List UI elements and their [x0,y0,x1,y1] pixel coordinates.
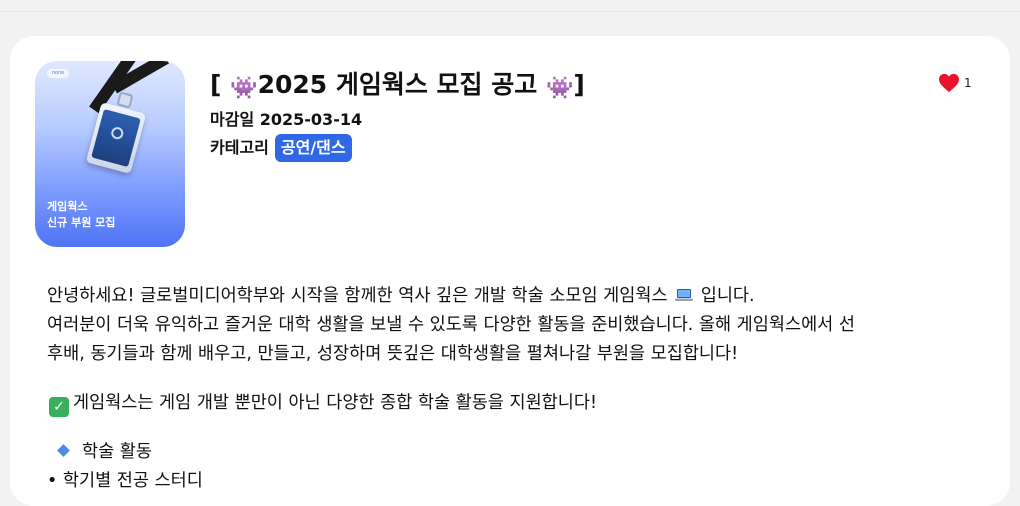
deadline-row: 마감일 2025-03-14 [210,108,362,132]
thumbnail-tag: none [47,69,69,78]
alien-monster-icon: 👾 [230,76,258,101]
title-bracket-open: [ [210,70,222,99]
blue-diamond-icon [57,444,70,457]
body-line: ✓ 게임웍스는 게임 개발 뿐만이 아닌 다양한 종합 학술 활동을 지원합니다! [47,389,987,418]
body-text: 안녕하세요! 글로벌미디어학부와 시작을 함께한 역사 깊은 개발 학술 소모임… [47,286,668,306]
category-label: 카테고리 [210,138,269,157]
title-bracket-close: ] [573,70,585,99]
body-line: 후배, 동기들과 함께 배우고, 만들고, 성장하며 뜻깊은 대학생활을 펼쳐나… [47,344,739,364]
top-bar [0,0,1020,12]
deadline-label: 마감일 [210,110,255,129]
thumbnail-caption: 게임웍스 신규 부원 모집 [47,199,115,231]
id-badge-icon [85,102,147,174]
deadline-value: 2025-03-14 [259,110,363,129]
post-title: [ 👾2025 게임웍스 모집 공고 👾] [210,68,585,106]
thumbnail-caption-line2: 신규 부원 모집 [47,216,116,229]
heart-icon[interactable] [938,73,960,93]
laptop-icon [675,289,694,301]
body-text: 게임웍스는 게임 개발 뿐만이 아닌 다양한 종합 학술 활동을 지원합니다! [73,393,597,413]
body-text: 학술 활동 [82,442,152,462]
body-line: 여러분이 더욱 유익하고 즐거운 대학 생활을 보낼 수 있도록 다양한 활동을… [47,315,855,335]
body-text: 입니다. [700,286,755,306]
gameworks-logo-icon [109,125,125,141]
body-line: • 학기별 전공 스터디 [47,471,203,491]
post-meta: 마감일 2025-03-14 카테고리 공연/댄스 [210,108,362,162]
post-card: none 게임웍스 신규 부원 모집 [ 👾2025 게임웍스 모집 공고 👾]… [10,36,1010,506]
thumbnail-caption-line1: 게임웍스 [47,200,88,213]
like-button[interactable]: 1 [938,73,972,93]
id-badge-face [91,108,141,168]
post-thumbnail: none 게임웍스 신규 부원 모집 [35,61,185,247]
check-mark-icon: ✓ [49,397,69,417]
like-count: 1 [964,76,972,90]
body-line: 안녕하세요! 글로벌미디어학부와 시작을 함께한 역사 깊은 개발 학술 소모임… [47,282,987,311]
category-badge[interactable]: 공연/댄스 [274,134,352,162]
title-text: 2025 게임웍스 모집 공고 [257,70,538,99]
post-body: 안녕하세요! 글로벌미디어학부와 시작을 함께한 역사 깊은 개발 학술 소모임… [47,282,987,496]
category-row: 카테고리 공연/댄스 [210,134,362,162]
body-line: 학술 활동 [47,438,987,467]
alien-monster-icon: 👾 [545,76,574,101]
